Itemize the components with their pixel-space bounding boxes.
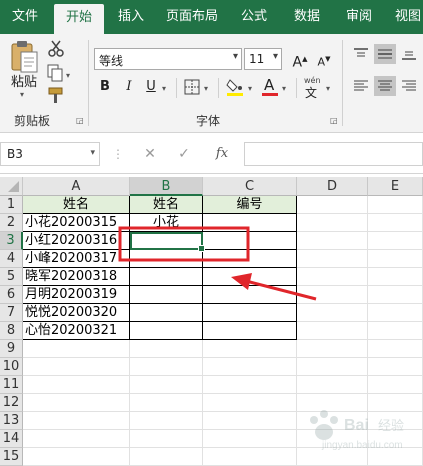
annotation-arrow: [245, 279, 317, 301]
baidu-watermark-logo: Bai 经验 jingyan.baidu.com: [300, 400, 423, 452]
cell-b3[interactable]: [130, 232, 205, 252]
fill-handle[interactable]: [198, 245, 205, 252]
svg-text:jingyan.baidu.com: jingyan.baidu.com: [321, 440, 403, 451]
svg-text:经验: 经验: [378, 418, 404, 433]
annotation-overlay: [118, 226, 317, 301]
annotation-arrowhead: [231, 273, 252, 290]
svg-text:Bai: Bai: [344, 417, 369, 434]
